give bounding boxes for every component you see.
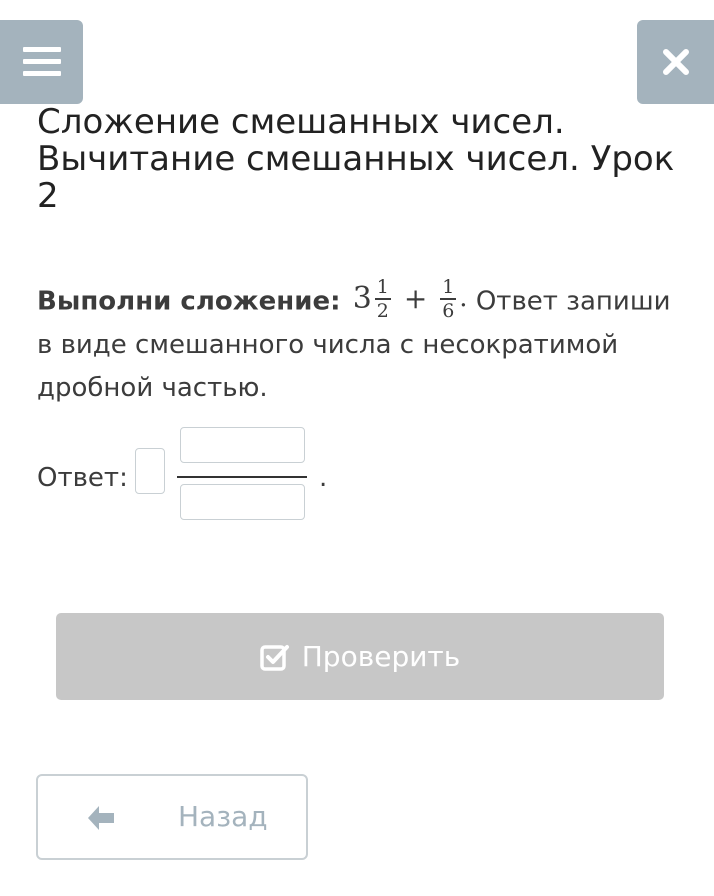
lesson-title: Сложение смешанных чисел. Вычитание смеш… [37,102,675,216]
check-button[interactable]: Проверить [56,613,664,700]
answer-fraction-bar [177,476,307,478]
hamburger-menu-icon [22,47,61,76]
fraction-first-denominator: 2 [376,299,389,322]
answer-label: Ответ: [37,463,128,493]
arrow-left-icon [88,806,114,830]
check-button-label: Проверить [301,640,461,673]
math-expression: 3 1 2 + 1 6 . [349,277,468,321]
task-instruction-bold: Выполни сложение: [37,286,341,317]
mixed-whole-part: 3 [352,281,372,317]
back-button[interactable]: Назад [36,774,308,860]
answer-trailing-dot: . [319,463,328,493]
fraction-first: 1 2 [374,276,391,322]
back-button-label: Назад [178,800,268,833]
answer-denominator-input[interactable] [180,484,305,520]
expression-end-dot: . [459,283,468,314]
task-text: Выполни сложение: 3 1 2 + 1 6 . Ответ за… [37,277,687,410]
fraction-second-numerator: 1 [442,276,455,298]
plus-operator: + [403,282,428,316]
close-button[interactable] [637,20,714,104]
close-x-icon [662,49,689,75]
checkbox-check-icon [260,644,289,671]
answer-whole-input[interactable] [135,448,165,494]
fraction-second-denominator: 6 [442,299,455,322]
answer-numerator-input[interactable] [180,427,305,463]
menu-button[interactable] [0,20,83,104]
fraction-second: 1 6 [440,276,457,322]
fraction-first-numerator: 1 [376,276,389,298]
